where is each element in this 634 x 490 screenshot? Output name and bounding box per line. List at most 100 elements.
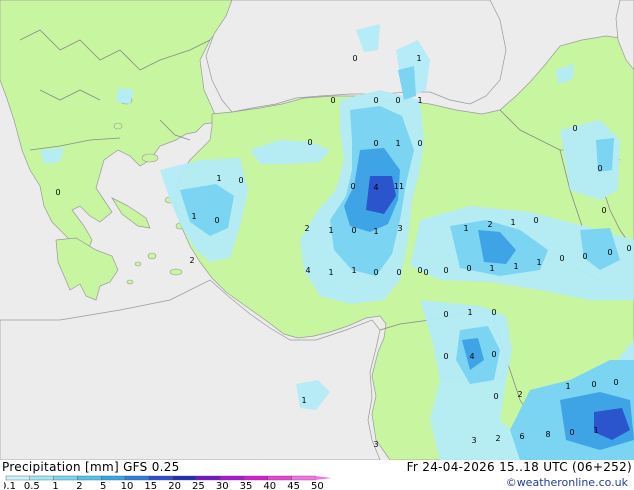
precip-value-label: 1 xyxy=(510,218,515,227)
precip-value-label: 3 xyxy=(471,436,476,445)
precipitation-map: 0 1 0 0 0 1 0 0 0 1 0 0 0 1 0 0 4 11 1 0 2 1 0 1 3 1 2 1 0 0 0 0 0 0 1 1 0 0 1… xyxy=(0,0,634,460)
precip-value-label: 0 xyxy=(597,164,602,173)
scale-color-swatch xyxy=(196,475,221,481)
precip-value-label: 0 xyxy=(417,139,422,148)
precip-value-label: 6 xyxy=(519,432,524,441)
color-scale: 0.10.5125101520253035404550 xyxy=(4,475,334,490)
scale-tick-label: 0.1 xyxy=(4,481,16,490)
scale-tick-label: 5 xyxy=(100,481,106,490)
scale-color-swatch xyxy=(100,475,126,481)
color-scale-bar: 0.10.5125101520253035404550 xyxy=(4,475,332,490)
precip-value-label: 4 xyxy=(305,266,310,275)
precip-value-label: 1 xyxy=(593,426,598,435)
precip-value-label: 1 xyxy=(463,224,468,233)
precip-value-label: 1 xyxy=(489,264,494,273)
scale-tick-label: 20 xyxy=(168,481,181,490)
precip-value-label: 0 xyxy=(607,248,612,257)
scale-color-swatch xyxy=(267,475,292,481)
precip-value-label: 1 xyxy=(395,139,400,148)
precip-value-label: 0 xyxy=(350,182,355,191)
credit-link[interactable]: ©weatheronline.co.uk xyxy=(506,476,628,489)
scale-tick-label: 25 xyxy=(192,481,205,490)
precip-value-label: 8 xyxy=(545,430,550,439)
precip-value-label: 0 xyxy=(533,216,538,225)
scale-color-swatch xyxy=(53,475,78,481)
precip-value-label: 0 xyxy=(443,266,448,275)
precip-value-label: 3 xyxy=(373,440,378,449)
precip-value-label: 2 xyxy=(517,390,522,399)
precip-value-label: 0 xyxy=(373,96,378,105)
precip-value-label: 2 xyxy=(304,224,309,233)
precip-value-label: 0 xyxy=(591,380,596,389)
precip-value-label: 2 xyxy=(189,256,194,265)
precip-value-label: 0 xyxy=(466,264,471,273)
precip-value-label: 0 xyxy=(238,176,243,185)
precip-value-label: 0 xyxy=(417,266,422,275)
scale-color-swatch xyxy=(219,475,245,481)
precip-value-label: 0 xyxy=(493,392,498,401)
precip-value-label: 11 xyxy=(394,182,404,191)
precip-value-label: 0 xyxy=(55,188,60,197)
precip-value-label: 0 xyxy=(373,139,378,148)
scale-color-swatch xyxy=(5,475,30,481)
precip-value-label: 0 xyxy=(214,216,219,225)
precip-value-label: 1 xyxy=(565,382,570,391)
precip-value-label: 0 xyxy=(395,96,400,105)
precip-value-label: 0 xyxy=(491,350,496,359)
scale-tick-label: 40 xyxy=(263,481,276,490)
precip-value-label: 1 xyxy=(373,227,378,236)
precip-value-label: 0 xyxy=(613,378,618,387)
precip-value-label: 0 xyxy=(443,352,448,361)
scale-tick-label: 1 xyxy=(52,481,58,490)
scale-color-swatch xyxy=(243,475,268,481)
precip-value-label: 0 xyxy=(582,252,587,261)
product-title: Precipitation [mm] GFS 0.25 xyxy=(2,460,180,474)
precip-value-label: 0 xyxy=(572,124,577,133)
scale-tick-label: 15 xyxy=(144,481,157,490)
valid-time: Fr 24-04-2026 15..18 UTC (06+252) xyxy=(406,460,632,474)
precip-value-label: 0 xyxy=(352,54,357,63)
precip-value-label: 1 xyxy=(191,212,196,221)
precip-value-label: 1 xyxy=(301,396,306,405)
scale-tick-label: 2 xyxy=(76,481,82,490)
precip-value-label: 1 xyxy=(328,268,333,277)
scale-color-swatch xyxy=(124,475,149,481)
precip-value-label: 3 xyxy=(397,224,402,233)
precip-value-label: 1 xyxy=(536,258,541,267)
map-canvas: 0 10 0 0 100 0 1 0001 00 4 111 02 1 0 1 3 1 2 1 0000001100 1… xyxy=(0,0,634,460)
scale-tick-label: 45 xyxy=(287,481,300,490)
precip-value-label: 0 xyxy=(351,226,356,235)
precip-value-label: 2 xyxy=(487,220,492,229)
precip-value-label: 0 xyxy=(491,308,496,317)
precip-value-label: 1 xyxy=(216,174,221,183)
scale-tick-label: 35 xyxy=(240,481,253,490)
precip-value-label: 0 xyxy=(423,268,428,277)
scale-color-swatch xyxy=(172,475,197,481)
precip-value-label: 0 xyxy=(626,244,631,253)
precip-value-label: 0 xyxy=(330,96,335,105)
precip-value-label: 0 xyxy=(373,268,378,277)
scale-color-swatch xyxy=(29,475,54,481)
precip-value-label: 0 xyxy=(307,138,312,147)
scale-tick-label: 50 xyxy=(311,481,324,490)
scale-tick-label: 10 xyxy=(121,481,134,490)
precip-value-label: 0 xyxy=(443,310,448,319)
precip-value-label: 1 xyxy=(513,262,518,271)
weather-map-frame: 0 1 0 0 0 1 0 0 0 1 0 0 0 1 0 0 4 11 1 0 2 1 0 1 3 1 2 1 0 0 0 0 0 0 1 1 0 0 1… xyxy=(0,0,634,490)
scale-color-swatch xyxy=(77,475,102,481)
precip-value-label: 0 xyxy=(569,428,574,437)
scale-arrow xyxy=(315,476,332,480)
precip-value-label: 1 xyxy=(351,266,356,275)
scale-color-swatch xyxy=(148,475,173,481)
precip-value-label: 2 xyxy=(495,434,500,443)
precip-value-label: 0 xyxy=(396,268,401,277)
precip-value-label: 4 xyxy=(469,352,474,361)
precip-value-label: 1 xyxy=(416,54,421,63)
precip-value-label: 1 xyxy=(328,226,333,235)
precip-value-label: 0 xyxy=(601,206,606,215)
precip-value-label: 4 xyxy=(373,183,378,192)
precip-value-label: 1 xyxy=(417,96,422,105)
map-footer: Precipitation [mm] GFS 0.25 Fr 24-04-202… xyxy=(0,460,634,490)
precip-value-label: 1 xyxy=(467,308,472,317)
scale-tick-label: 0.5 xyxy=(24,481,40,490)
